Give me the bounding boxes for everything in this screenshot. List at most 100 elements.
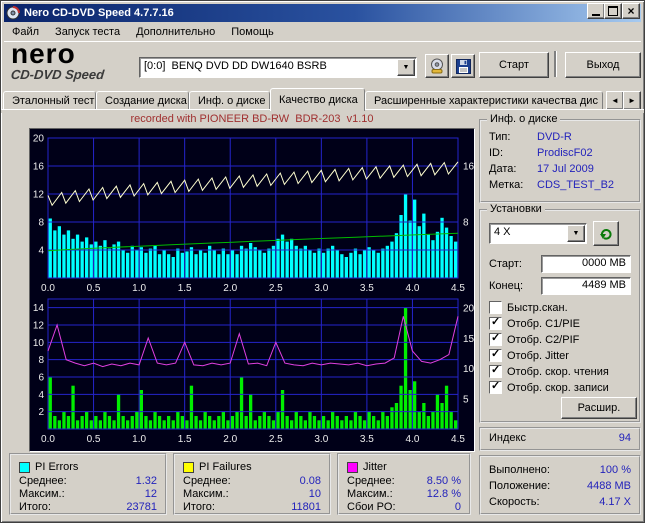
svg-text:12: 12: [33, 190, 45, 201]
svg-text:16: 16: [463, 162, 474, 173]
window-title: Nero CD-DVD Speed 4.7.7.16: [24, 7, 174, 19]
stat-label: Максим.:: [347, 488, 393, 500]
start-position-label: Старт:: [489, 258, 522, 270]
exit-button[interactable]: Выход: [565, 52, 641, 78]
settings-group: Установки 4 X ▼ Старт: 0000 MB Конец: 44…: [479, 203, 641, 423]
checkbox-show-jitter[interactable]: Отобр. Jitter: [489, 347, 569, 362]
app-icon: [6, 6, 20, 20]
svg-text:1.0: 1.0: [132, 434, 146, 445]
tab-create-disc[interactable]: Создание диска: [96, 91, 189, 109]
tab-disc-info-label: Инф. о диске: [198, 95, 266, 107]
refresh-button[interactable]: [593, 221, 619, 246]
menu-item-extra[interactable]: Дополнительно: [128, 23, 223, 41]
checkbox-show-c2-pif[interactable]: Отобр. C2/PIF: [489, 331, 579, 346]
disc-info-group: Инф. о диске Тип: DVD-R ID: ProdiscF02 Дат…: [479, 113, 641, 203]
speed-select-arrow[interactable]: ▼: [567, 225, 585, 242]
close-button[interactable]: ×: [622, 3, 640, 19]
speed-select[interactable]: 4 X ▼: [489, 223, 587, 244]
end-position-field[interactable]: 4489 MB: [541, 277, 631, 295]
stat-value: 8.50 %: [426, 475, 461, 487]
advanced-button[interactable]: Расшир.: [561, 397, 637, 419]
svg-text:20: 20: [33, 134, 45, 145]
checkbox-label: Отобр. скор. записи: [507, 381, 609, 394]
checkbox-icon[interactable]: [489, 379, 502, 394]
svg-text:4: 4: [38, 390, 44, 401]
checkbox-icon[interactable]: [489, 363, 502, 378]
tab-advanced-quality-label: Расширенные характеристики качества дис: [374, 95, 598, 107]
nero-logo-subtext: CD-DVD Speed: [10, 67, 105, 82]
stat-label: Максим.:: [19, 488, 65, 500]
disc-info-label: Тип:: [489, 131, 511, 143]
jitter-title: Jitter: [363, 461, 387, 473]
checkbox-icon[interactable]: [489, 301, 502, 314]
end-position-label: Конец:: [489, 280, 524, 292]
svg-text:2.0: 2.0: [223, 434, 237, 445]
status-panel: Выполнено: 100 % Положение: 4488 MB Скорос…: [479, 455, 641, 515]
checkbox-show-c1-pie[interactable]: Отобр. C1/PIE: [489, 315, 580, 330]
tab-benchmark[interactable]: Эталонный тест: [3, 91, 96, 109]
drive-select-arrow[interactable]: ▼: [397, 59, 415, 76]
stat-label: Итого:: [19, 501, 51, 513]
stat-value: 0.08: [299, 475, 321, 487]
stat-value: 12: [144, 488, 157, 500]
svg-text:20: 20: [463, 304, 474, 315]
maximize-button[interactable]: [604, 3, 622, 19]
checkbox-icon[interactable]: [489, 331, 502, 346]
checkbox-show-write-speed[interactable]: Отобр. скор. записи: [489, 379, 609, 394]
tab-disc-quality[interactable]: Качество диска: [270, 88, 365, 111]
svg-text:0.5: 0.5: [87, 434, 101, 445]
stat-label: Итого:: [183, 501, 215, 513]
svg-text:1.5: 1.5: [178, 434, 192, 445]
pi-errors-legend-swatch: [19, 461, 30, 473]
checkbox-fast-scan[interactable]: Быстр.скан.: [489, 301, 568, 314]
checkbox-icon[interactable]: [489, 315, 502, 330]
checkbox-icon[interactable]: [489, 347, 502, 362]
svg-text:6: 6: [38, 373, 44, 384]
tab-disc-info[interactable]: Инф. о диске: [189, 91, 270, 109]
menu-item-help[interactable]: Помощь: [223, 23, 282, 41]
svg-text:3.0: 3.0: [314, 283, 328, 294]
chevron-down-icon: ▼: [572, 230, 580, 237]
refresh-icon: [600, 228, 612, 240]
tab-advanced-quality[interactable]: Расширенные характеристики качества дис: [365, 91, 603, 109]
svg-text:12: 12: [33, 321, 45, 332]
svg-text:15: 15: [463, 334, 474, 345]
tab-scroll-left-button[interactable]: ◄: [606, 91, 624, 110]
quality-chart-area: 20 16 12 8 4 16 8 0.0 0.5 1.0 1.5 2.0 2.5 3.0 3.5 4.0 4.…: [29, 128, 475, 452]
show-disc-button[interactable]: [425, 54, 449, 78]
stat-value: 23781: [126, 501, 157, 513]
checkbox-show-read-speed[interactable]: Отобр. скор. чтения: [489, 363, 609, 378]
checkbox-label: Отобр. C1/PIE: [507, 317, 580, 330]
window-titlebar: Nero CD-DVD Speed 4.7.7.16: [4, 4, 641, 22]
exit-button-label: Выход: [586, 59, 620, 71]
svg-text:1.0: 1.0: [132, 283, 146, 294]
disc-type-value: DVD-R: [537, 131, 572, 143]
checkbox-label: Отобр. Jitter: [507, 349, 569, 362]
stat-label: Среднее:: [347, 475, 395, 487]
checkbox-label: Быстр.скан.: [507, 301, 568, 314]
pi-errors-box: PI Errors Среднее: 1.32 Максим.: 12 Итого:…: [9, 453, 167, 515]
svg-text:3.0: 3.0: [314, 434, 328, 445]
tab-create-disc-label: Создание диска: [105, 95, 187, 107]
stat-value: 1.32: [135, 475, 157, 487]
tab-scroll-right-button[interactable]: ►: [623, 91, 641, 110]
start-position-field[interactable]: 0000 MB: [541, 255, 631, 273]
jitter-box: Jitter Среднее: 8.50 % Максим.: 12.8 % Сбо…: [337, 453, 471, 515]
advanced-button-label: Расшир.: [577, 402, 621, 414]
minimize-icon: [592, 13, 600, 16]
svg-text:8: 8: [463, 218, 469, 229]
index-label: Индекс: [489, 432, 526, 444]
tab-disc-quality-label: Качество диска: [279, 94, 358, 106]
disc-info-label: Дата:: [489, 163, 517, 175]
svg-text:4.5: 4.5: [451, 434, 465, 445]
arrow-right-icon: ►: [628, 96, 636, 105]
pi-errors-title: PI Errors: [35, 461, 79, 473]
minimize-button[interactable]: [587, 3, 605, 19]
save-button[interactable]: [451, 54, 475, 78]
start-button[interactable]: Старт: [479, 52, 549, 78]
drive-select[interactable]: [0:0] BENQ DVD DD DW1640 BSRB ▼: [139, 57, 417, 78]
svg-text:8: 8: [38, 355, 44, 366]
svg-text:0.5: 0.5: [87, 283, 101, 294]
disc-info-label: ID:: [489, 147, 504, 159]
svg-text:2.5: 2.5: [269, 283, 283, 294]
